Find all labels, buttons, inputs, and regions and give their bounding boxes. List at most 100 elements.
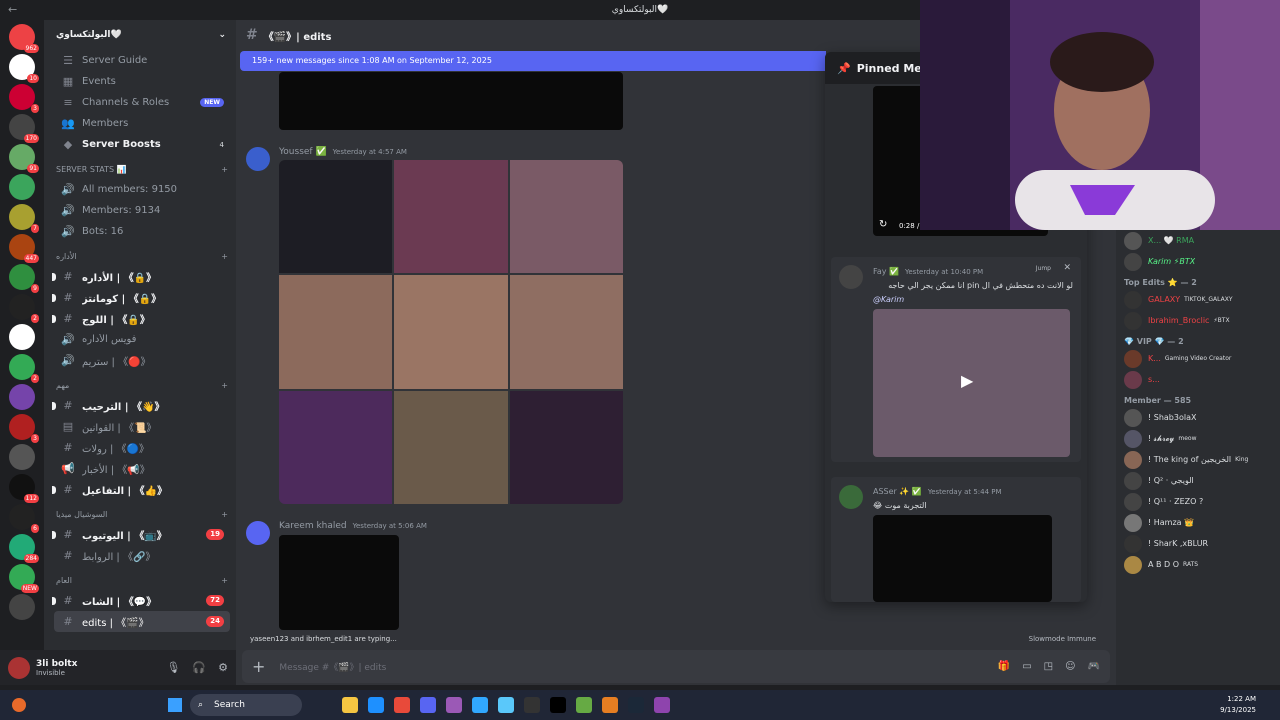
member-row[interactable]: s... (1116, 369, 1280, 390)
channel-links[interactable]: # الروابط | 《🔗》 (54, 545, 230, 566)
server-icon[interactable] (9, 444, 35, 470)
app-icon[interactable] (576, 697, 592, 713)
server-icon[interactable] (9, 384, 35, 410)
server-icon[interactable]: 962 (9, 24, 39, 53)
category-general[interactable]: العام + (56, 570, 228, 590)
plus-icon[interactable]: + (221, 165, 228, 174)
stats-voice-channel[interactable]: 🔊 All members: 9150 (54, 179, 230, 200)
channel-admin-voice[interactable]: 🔊 فويس الأداره (54, 329, 230, 350)
steam-icon[interactable] (628, 697, 644, 713)
channel-rules[interactable]: ▤ القوانين | 《📜》 (54, 416, 230, 437)
server-icon[interactable]: NEW (9, 564, 39, 593)
start-icon[interactable] (168, 698, 182, 712)
author-name[interactable]: ASSer ✨ ✅ (873, 487, 922, 496)
plus-icon[interactable]: + (221, 252, 228, 261)
avatar[interactable] (839, 265, 863, 289)
close-icon[interactable]: ✕ (1063, 263, 1071, 273)
avatar[interactable] (8, 656, 30, 679)
channel-log[interactable]: # اللوج | 《🔒》 (52, 308, 230, 329)
member-row[interactable]: Karim ⚡BTX (1116, 251, 1280, 272)
stats-voice-channel[interactable]: 🔊 Bots: 16 (54, 221, 230, 242)
server-icon[interactable]: 112 (9, 474, 39, 503)
video-attachment[interactable] (279, 72, 623, 130)
server-icon[interactable]: 3 (9, 84, 39, 113)
chevron-down-icon[interactable]: ⌄ (218, 30, 226, 40)
channel-welcome[interactable]: # الترحيب | 《👋》 (52, 395, 230, 416)
gallery-image[interactable] (279, 390, 393, 504)
gif-icon[interactable]: ▭ (1022, 661, 1031, 672)
channel-roles[interactable]: # رولات | 《🔵》 (54, 437, 230, 458)
member-row[interactable]: ! 𝓼𝓱𝓻𝓮𝔂 meow (1116, 428, 1280, 449)
replay-icon[interactable]: ↻ (879, 219, 887, 230)
member-row[interactable]: A B D O RATS (1116, 554, 1280, 575)
server-icon[interactable]: 6 (9, 504, 39, 533)
video-attachment[interactable] (279, 535, 399, 630)
widgets-icon[interactable] (12, 698, 26, 712)
app-icon[interactable] (524, 697, 540, 713)
server-icon[interactable]: 284 (9, 534, 39, 563)
microphone-icon[interactable]: 🎙 (166, 661, 180, 674)
taskbar-search[interactable]: ⌕ Search (190, 694, 302, 716)
channel-news[interactable]: 📢 الأخبار | 《📢》 (54, 458, 230, 479)
gallery-image[interactable] (279, 160, 393, 274)
avatar[interactable] (246, 147, 270, 171)
video-attachment[interactable] (873, 515, 1052, 602)
gallery-image[interactable] (279, 275, 393, 389)
photoshop-icon[interactable] (472, 697, 488, 713)
headphones-icon[interactable]: 🎧 (192, 661, 206, 674)
member-row[interactable]: ! Q² · الويجي (1116, 470, 1280, 491)
gallery-image[interactable] (509, 160, 623, 274)
author-name[interactable]: Youssef ✅ (279, 147, 327, 157)
member-row[interactable]: GALAXY TIKTOK_GALAXY (1116, 289, 1280, 310)
server-icon[interactable] (9, 174, 35, 200)
avatar[interactable] (839, 485, 863, 509)
member-row[interactable]: ! SharK ,xBLUR (1116, 533, 1280, 554)
play-icon[interactable]: ▶ (961, 371, 973, 390)
chrome-icon[interactable] (394, 697, 410, 713)
channel-reactions[interactable]: # التفاعيل | 《👍》 (52, 479, 230, 500)
gear-icon[interactable]: ⚙ (218, 661, 228, 674)
member-row[interactable]: X... 🤍 RMA (1116, 230, 1280, 251)
server-icon[interactable]: 2 (9, 354, 39, 383)
mention[interactable]: @Karim (873, 295, 904, 304)
server-icon[interactable]: 170 (9, 114, 39, 143)
sticker-icon[interactable]: ◳ (1044, 661, 1053, 672)
server-icon[interactable]: 9 (9, 264, 39, 293)
server-icon[interactable]: 91 (9, 144, 39, 173)
file-explorer-icon[interactable] (342, 697, 358, 713)
message-input[interactable]: + Message #《🎬》| edits 🎁 ▭ ◳ ☺ 🎮 (242, 650, 1110, 683)
channel-members[interactable]: 👥 Members (54, 113, 230, 134)
avatar[interactable] (246, 521, 270, 545)
back-arrow-icon[interactable]: ← (8, 0, 17, 20)
emoji-icon[interactable]: ☺ (1065, 661, 1075, 672)
gallery-image[interactable] (394, 390, 508, 504)
plus-icon[interactable]: + (221, 576, 228, 585)
category-main[interactable]: مهم + (56, 375, 228, 395)
video-thumbnail[interactable]: ▶ (873, 309, 1070, 457)
gift-icon[interactable]: 🎁 (998, 661, 1010, 672)
server-list[interactable]: 962 10 3 170 91 7 447 9 2 2 3 112 6 284 … (0, 20, 44, 685)
server-icon[interactable]: 2 (9, 294, 39, 323)
channel-events[interactable]: ▦ Events (54, 71, 230, 92)
apps-icon[interactable]: 🎮 (1088, 661, 1100, 672)
category-social[interactable]: السوشيال ميديا + (56, 504, 228, 524)
plus-icon[interactable]: + (221, 510, 228, 519)
plus-icon[interactable]: + (252, 657, 265, 676)
member-row[interactable]: ! Q¹¹ · ZEZO ? (1116, 491, 1280, 512)
gallery-image[interactable] (394, 160, 508, 274)
channel-edits[interactable]: # edits | 《🎬》 24 (54, 611, 230, 632)
author-name[interactable]: Kareem khaled (279, 521, 347, 531)
new-messages-bar[interactable]: 159+ new messages since 1:08 AM on Septe… (240, 51, 826, 71)
server-icon[interactable] (9, 324, 35, 350)
channel-server-boosts[interactable]: ◆ Server Boosts 4 (54, 134, 230, 155)
category-server-stats[interactable]: SERVER STATS 📊 + (56, 159, 228, 179)
app-icon[interactable] (602, 697, 618, 713)
gallery-image[interactable] (394, 275, 508, 389)
server-icon[interactable]: 10 (9, 54, 39, 83)
channel-chat[interactable]: # الشات | 《💬》 72 (52, 590, 230, 611)
member-row[interactable]: ! Hamza 👑 (1116, 512, 1280, 533)
pinned-message[interactable]: ASSer ✨ ✅ Yesterday at 5:44 PM 😂 التجربة … (831, 477, 1081, 602)
gallery-image[interactable] (509, 390, 623, 504)
member-row[interactable]: Ibrahim_Broclic ⚡BTX (1116, 310, 1280, 331)
premiere-icon[interactable] (446, 697, 462, 713)
